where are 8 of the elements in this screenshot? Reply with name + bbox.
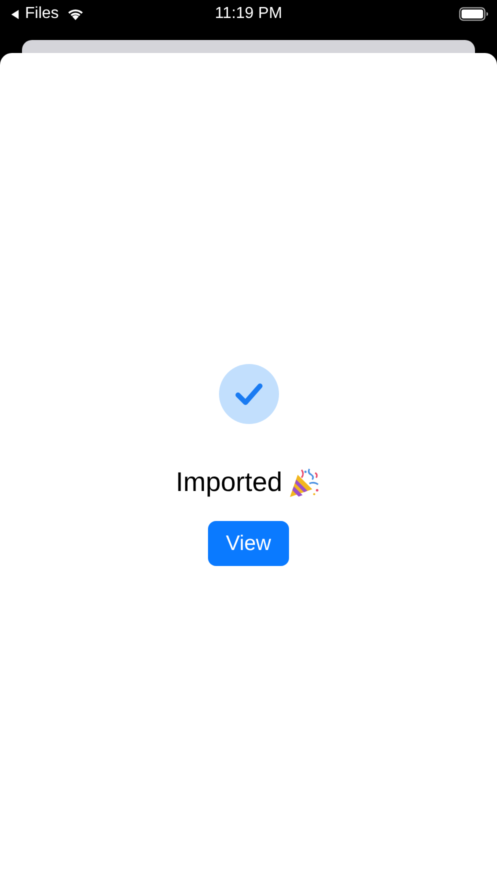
battery-icon bbox=[459, 7, 489, 21]
status-time: 11:19 PM bbox=[214, 5, 284, 23]
wifi-icon bbox=[66, 7, 85, 21]
party-popper-icon bbox=[288, 466, 322, 499]
view-button[interactable]: View bbox=[208, 521, 289, 566]
status-title: Imported bbox=[176, 467, 282, 498]
back-label[interactable]: Files bbox=[25, 5, 59, 23]
back-icon[interactable] bbox=[10, 8, 20, 20]
